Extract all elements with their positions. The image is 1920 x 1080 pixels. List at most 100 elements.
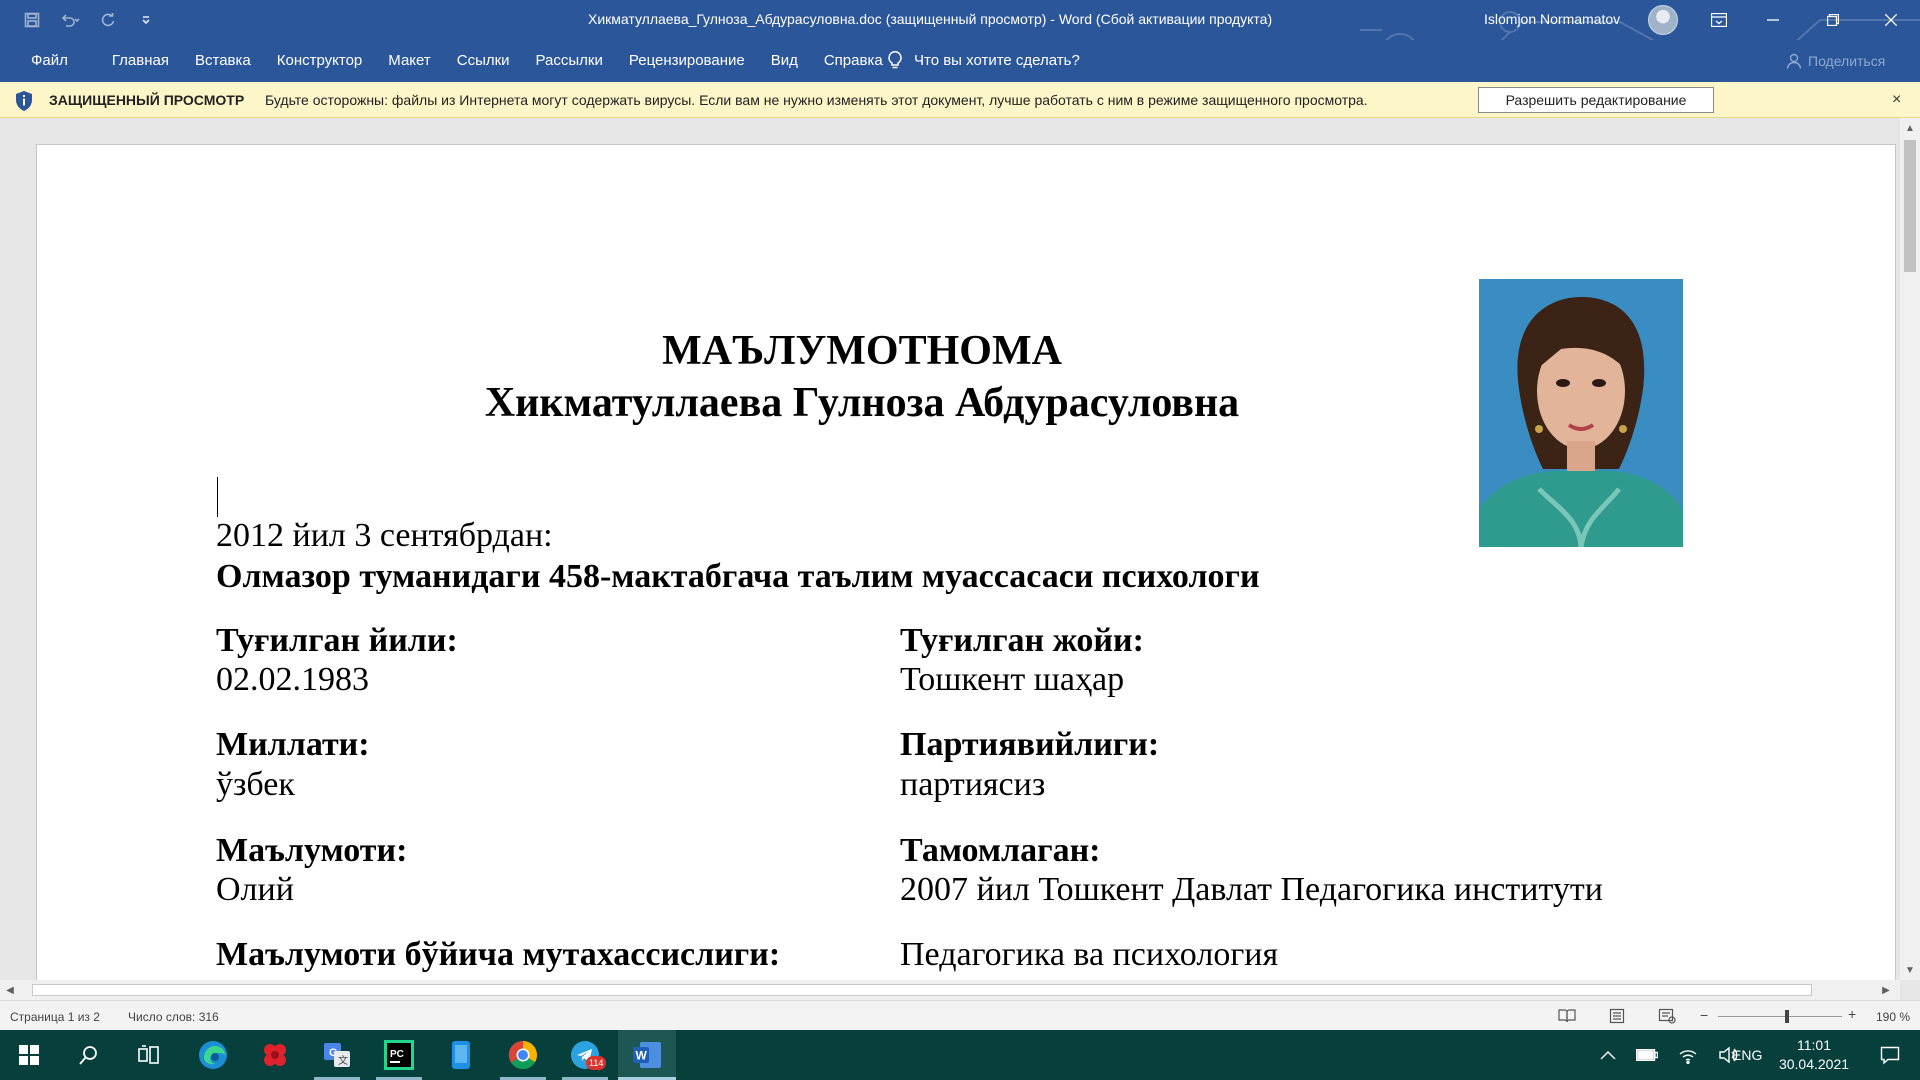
read-mode-icon[interactable] [1558, 1008, 1576, 1024]
page-indicator[interactable]: Страница 1 из 2 [10, 1010, 100, 1024]
restore-icon[interactable] [1810, 0, 1856, 40]
undo-icon[interactable] [58, 8, 82, 32]
nationality-label: Миллати: [216, 726, 370, 763]
scroll-right-icon[interactable]: ▶ [1876, 980, 1896, 1000]
task-view-icon[interactable] [120, 1030, 178, 1080]
birth-year-value: 02.02.1983 [216, 661, 369, 698]
tell-me-label: Что вы хотите сделать? [914, 51, 1080, 69]
tab-references[interactable]: Ссылки [444, 52, 523, 69]
protected-view-message: Будьте осторожны: файлы из Интернета мог… [265, 92, 1368, 108]
zoom-level[interactable]: 190 % [1876, 1010, 1910, 1024]
tab-home[interactable]: Главная [81, 52, 182, 69]
zoom-slider-thumb[interactable] [1785, 1010, 1790, 1023]
tab-file[interactable]: Файл [18, 52, 81, 69]
zoom-in-button[interactable]: + [1848, 1006, 1856, 1022]
share-label: Поделиться [1808, 53, 1886, 69]
tell-me-box[interactable]: Что вы хотите сделать? [888, 50, 1080, 70]
translate-icon[interactable]: G文 [308, 1030, 366, 1080]
edge-icon[interactable] [184, 1030, 242, 1080]
ribbon-display-icon[interactable] [1696, 0, 1742, 40]
web-layout-icon[interactable] [1658, 1008, 1676, 1024]
save-icon[interactable] [20, 8, 44, 32]
customize-icon[interactable] [134, 8, 158, 32]
clock-time: 11:01 [1797, 1037, 1831, 1053]
enable-editing-button[interactable]: Разрешить редактирование [1478, 87, 1714, 113]
svg-text:文: 文 [338, 1054, 348, 1067]
graduated-value: 2007 йил Тошкент Давлат Педагогика инсти… [900, 871, 1603, 908]
education-value: Олий [216, 871, 294, 908]
close-icon[interactable]: × [1892, 91, 1901, 109]
nationality-value: ўзбек [216, 766, 295, 803]
tab-insert[interactable]: Вставка [182, 52, 264, 69]
chevron-up-icon[interactable] [1600, 1050, 1616, 1060]
battery-icon[interactable] [1636, 1049, 1658, 1061]
tab-design[interactable]: Конструктор [264, 52, 376, 69]
document-page[interactable]: МАЪЛУМОТНОМА Хикматуллаева Гулноза Абдур… [36, 144, 1896, 980]
scroll-up-icon[interactable]: ▲ [1900, 118, 1920, 138]
status-bar: Страница 1 из 2 Число слов: 316 − + 190 … [0, 1000, 1920, 1030]
party-value: партиясиз [900, 766, 1046, 803]
shield-icon [16, 91, 32, 111]
quick-access-toolbar [20, 8, 158, 32]
document-title: Хикматуллаева_Гулноза_Абдурасуловна.doc … [588, 11, 1273, 27]
party-label: Партиявийлиги: [900, 726, 1160, 763]
redo-icon[interactable] [96, 8, 120, 32]
word-icon[interactable]: W [618, 1030, 676, 1080]
word-count[interactable]: Число слов: 316 [128, 1010, 219, 1024]
person-icon [1786, 53, 1802, 69]
close-icon[interactable] [1868, 0, 1914, 40]
pycharm-icon[interactable]: PC [370, 1030, 428, 1080]
language-indicator[interactable]: ENG [1732, 1047, 1762, 1063]
zoom-slider[interactable] [1718, 1016, 1842, 1017]
clock-date: 30.04.2021 [1778, 1056, 1850, 1072]
zoom-out-button[interactable]: − [1700, 1007, 1708, 1023]
position-text: Олмазор туманидаги 458-мактабгача таълим… [216, 558, 1260, 595]
since-label: 2012 йил 3 сентябрдан: [216, 517, 553, 554]
svg-text:PC: PC [390, 1049, 404, 1060]
system-tray [1600, 1030, 1738, 1080]
wifi-icon[interactable] [1678, 1046, 1698, 1064]
document-area: МАЪЛУМОТНОМА Хикматуллаева Гулноза Абдур… [0, 118, 1900, 980]
print-layout-icon[interactable] [1608, 1008, 1626, 1024]
tab-mailings[interactable]: Рассылки [523, 52, 616, 69]
telegram-icon[interactable]: 114 [556, 1030, 614, 1080]
tab-help[interactable]: Справка [811, 52, 896, 69]
clock[interactable]: 11:01 30.04.2021 [1776, 1036, 1852, 1074]
notification-icon[interactable] [1866, 1030, 1914, 1080]
ribbon: Файл Главная Вставка Конструктор Макет С… [0, 40, 1920, 82]
horizontal-scroll-thumb[interactable] [32, 984, 1812, 996]
birth-year-label: Туғилган йили: [216, 622, 458, 659]
specialty-label: Маълумоти бўйича мутахассислиги: [216, 936, 781, 973]
horizontal-scrollbar[interactable]: ◀ ▶ [0, 980, 1900, 1000]
graduated-label: Тамомлаган: [900, 832, 1101, 869]
share-button[interactable]: Поделиться [1786, 53, 1885, 69]
birth-place-value: Тошкент шаҳар [900, 661, 1125, 698]
phone-app-icon[interactable] [432, 1030, 490, 1080]
text-cursor [217, 477, 218, 517]
telegram-badge: 114 [586, 1056, 607, 1070]
tab-layout[interactable]: Макет [375, 52, 443, 69]
app-red-icon[interactable] [246, 1030, 304, 1080]
birth-place-label: Туғилган жойи: [900, 622, 1144, 659]
start-icon[interactable] [0, 1030, 58, 1080]
svg-text:W: W [636, 1049, 648, 1063]
scroll-down-icon[interactable]: ▼ [1900, 960, 1920, 980]
protected-view-title: ЗАЩИЩЕННЫЙ ПРОСМОТР [49, 92, 245, 108]
taskbar: G文 PC 114 W ENG 11:01 30.04.2021 [0, 1030, 1920, 1080]
scroll-left-icon[interactable]: ◀ [0, 980, 20, 1000]
tab-review[interactable]: Рецензирование [616, 52, 758, 69]
minimize-icon[interactable] [1750, 0, 1796, 40]
title-bar: Хикматуллаева_Гулноза_Абдурасуловна.doc … [0, 0, 1920, 40]
vertical-scrollbar[interactable]: ▲ ▼ [1900, 118, 1920, 980]
vertical-scroll-thumb[interactable] [1904, 140, 1916, 272]
lightbulb-icon [888, 51, 902, 69]
avatar[interactable] [1648, 5, 1678, 35]
tab-view[interactable]: Вид [758, 52, 811, 69]
ribbon-tabs: Файл Главная Вставка Конструктор Макет С… [18, 52, 896, 69]
user-name[interactable]: Islomjon Normamatov [1484, 11, 1620, 27]
protected-view-bar: ЗАЩИЩЕННЫЙ ПРОСМОТР Будьте осторожны: фа… [0, 82, 1920, 118]
search-icon[interactable] [60, 1030, 118, 1080]
chrome-icon[interactable] [494, 1030, 552, 1080]
specialty-value: Педагогика ва психология [900, 936, 1279, 973]
document-heading: МАЪЛУМОТНОМА Хикматуллаева Гулноза Абдур… [237, 325, 1487, 429]
